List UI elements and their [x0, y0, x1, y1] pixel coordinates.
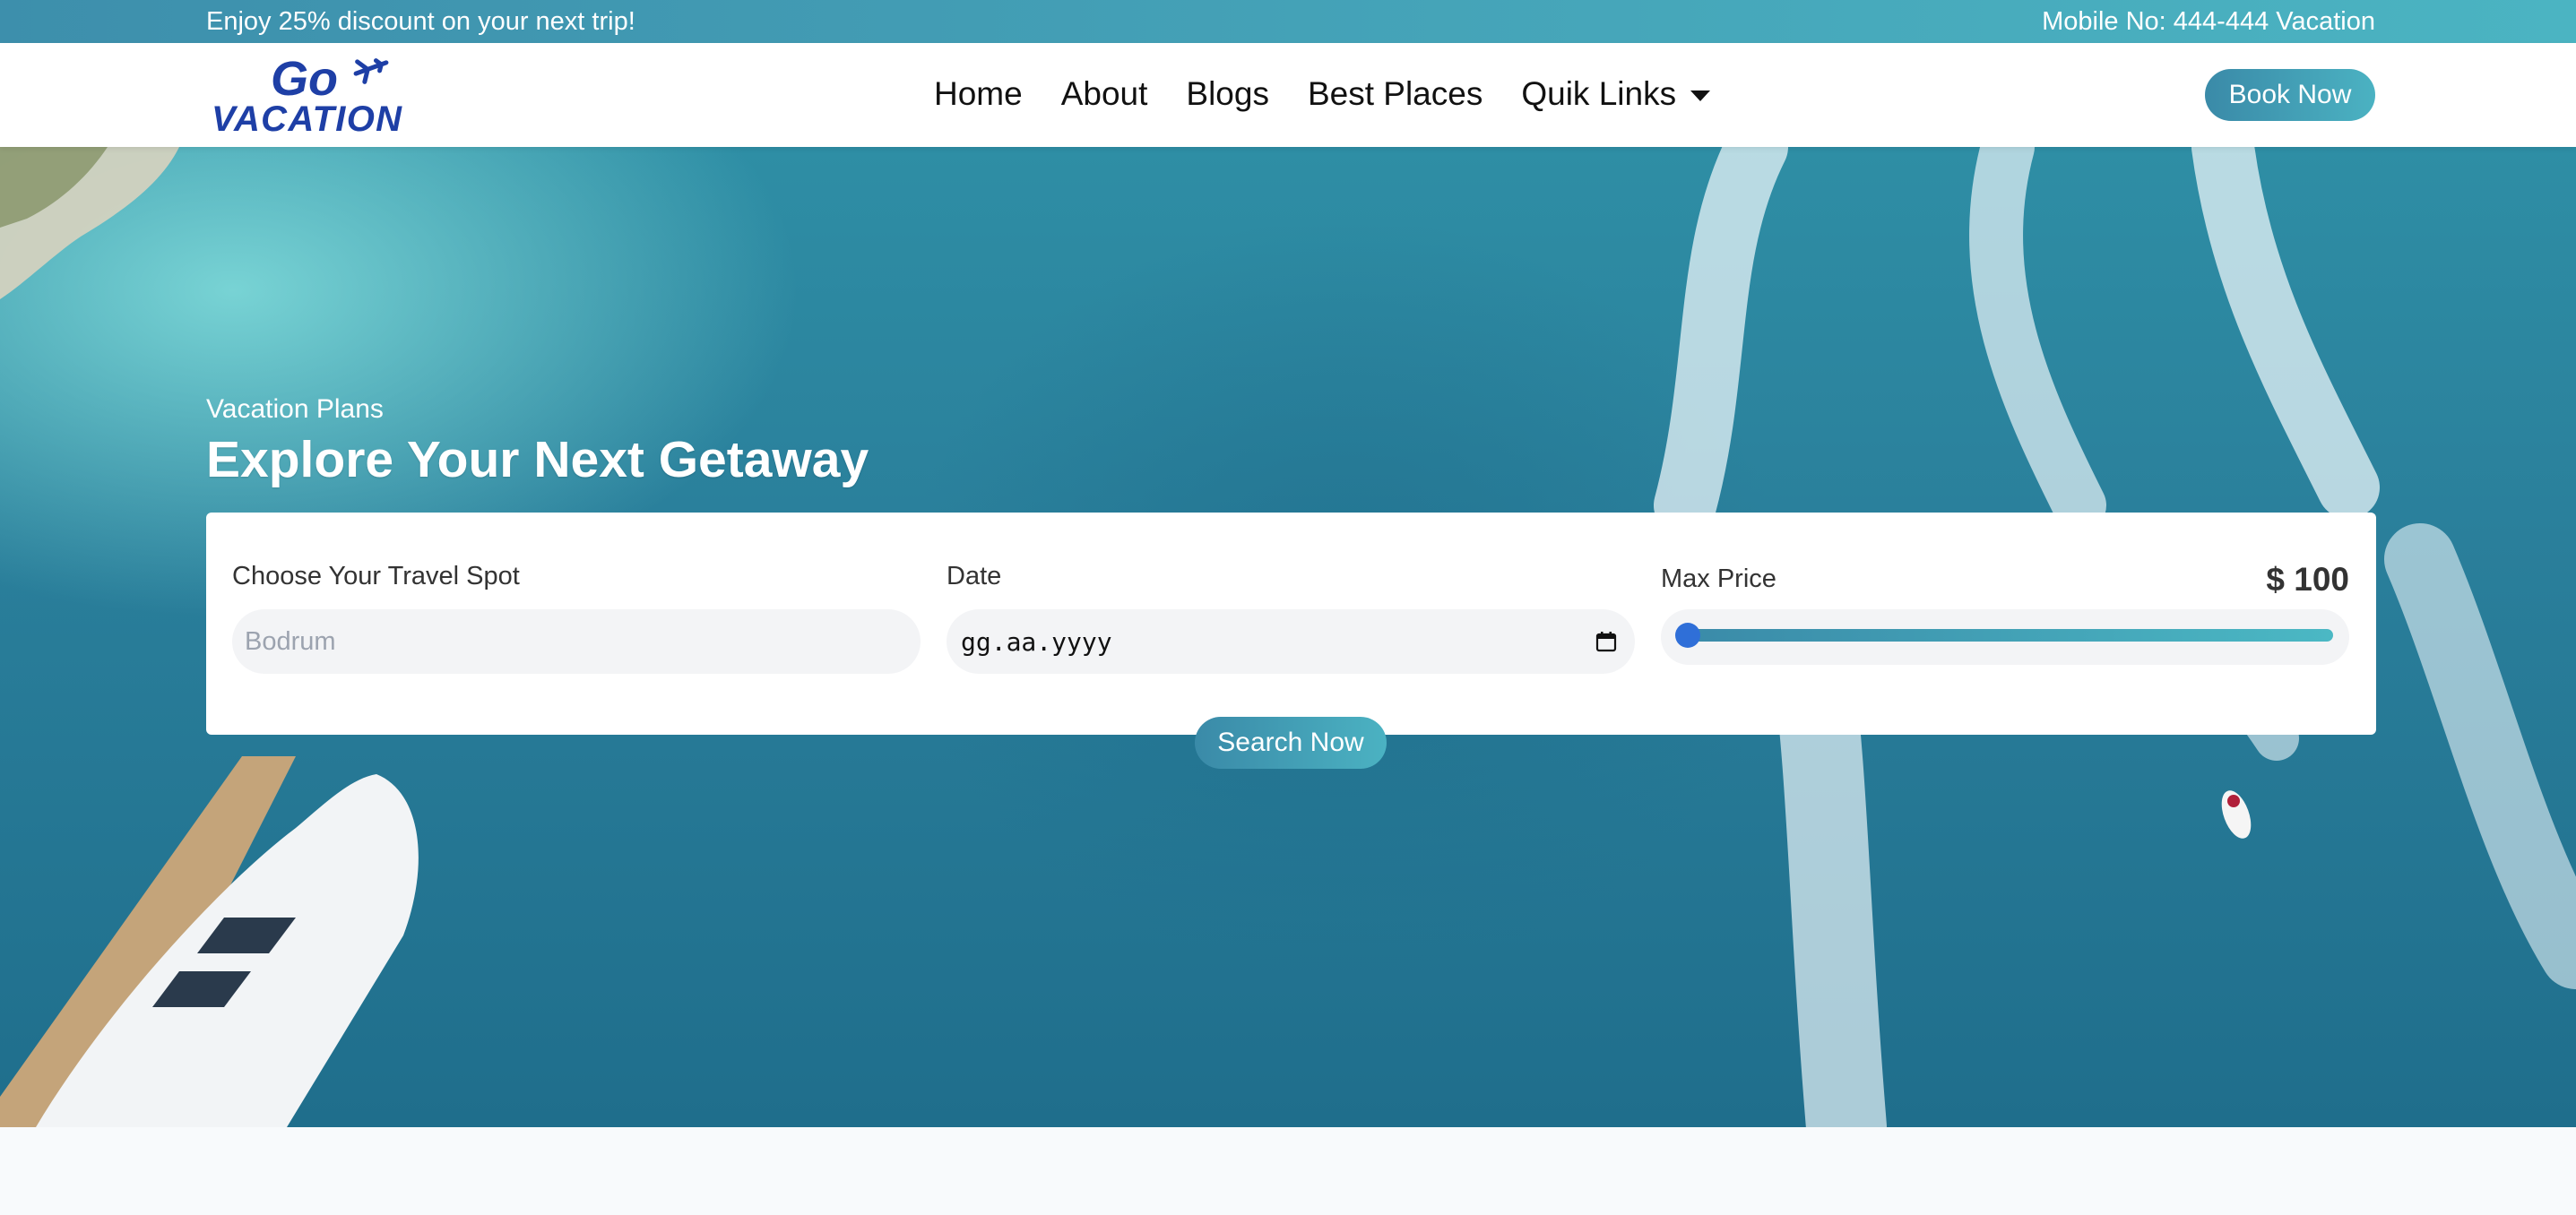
phone-number: Mobile No: 444-444 Vacation — [2042, 7, 2375, 36]
travel-spot-label: Choose Your Travel Spot — [232, 562, 520, 590]
nav-quik-links[interactable]: Quik Links — [1521, 75, 1711, 113]
svg-text:VACATION: VACATION — [212, 99, 402, 138]
max-price-slider[interactable] — [1661, 609, 2349, 665]
slider-track[interactable] — [1679, 629, 2333, 642]
date-label: Date — [947, 562, 1002, 590]
travel-spot-placeholder: Bodrum — [245, 627, 336, 656]
promo-text: Enjoy 25% discount on your next trip! — [206, 7, 635, 36]
top-promo-bar: Enjoy 25% discount on your next trip! Mo… — [0, 0, 2576, 43]
nav-best-places[interactable]: Best Places — [1308, 75, 1482, 113]
logo[interactable]: Go VACATION — [210, 48, 409, 141]
hero-section: Vacation Plans Explore Your Next Getaway… — [0, 147, 2576, 1127]
date-input[interactable]: gg.aa.yyyy — [947, 609, 1635, 674]
main-nav: Home About Blogs Best Places Quik Links — [934, 75, 1749, 113]
search-panel: Choose Your Travel Spot Bodrum Date gg.a… — [206, 513, 2376, 735]
search-now-button[interactable]: Search Now — [1195, 717, 1387, 769]
slider-thumb[interactable] — [1675, 623, 1700, 648]
hero-title: Explore Your Next Getaway — [206, 431, 869, 488]
max-price-label: Max Price — [1661, 564, 1776, 593]
svg-text:Go: Go — [271, 52, 338, 106]
book-now-button[interactable]: Book Now — [2205, 69, 2375, 121]
calendar-icon[interactable] — [1595, 631, 1617, 652]
date-value: gg.aa.yyyy — [961, 627, 1112, 657]
airplane-icon — [353, 58, 389, 84]
nav-home[interactable]: Home — [934, 75, 1023, 113]
nav-quik-links-label: Quik Links — [1521, 75, 1677, 112]
navbar: Go VACATION Home About Blogs Best Places… — [0, 43, 2576, 147]
nav-blogs[interactable]: Blogs — [1186, 75, 1269, 113]
hero-subtitle: Vacation Plans — [206, 394, 384, 424]
max-price-value: $ 100 — [2266, 561, 2349, 598]
caret-down-icon — [1690, 90, 1711, 101]
nav-about[interactable]: About — [1061, 75, 1148, 113]
travel-spot-input[interactable]: Bodrum — [232, 609, 921, 674]
go-vacation-logo: Go VACATION — [211, 51, 404, 141]
